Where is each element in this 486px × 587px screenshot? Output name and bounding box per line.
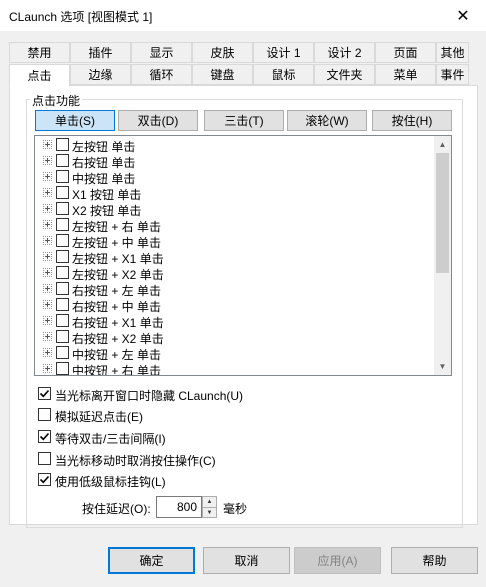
option-label: 当光标离开窗口时隐藏 CLaunch(U) bbox=[55, 389, 244, 403]
cancel-button[interactable]: 取消 bbox=[203, 547, 290, 574]
tab-tabs_row2-4[interactable]: 鼠标 bbox=[253, 64, 314, 85]
hold-delay-unit: 毫秒 bbox=[223, 502, 248, 516]
tab-tabs_row1-3[interactable]: 皮肤 bbox=[192, 42, 253, 63]
click-type-button-1[interactable]: 双击(D) bbox=[118, 110, 198, 131]
tree-item[interactable]: 中按钮 单击 bbox=[35, 169, 435, 186]
tree-item-checkbox[interactable] bbox=[56, 298, 69, 311]
tab-tabs_row2-3[interactable]: 键盘 bbox=[192, 64, 253, 85]
expand-plus-icon[interactable] bbox=[43, 156, 52, 165]
click-type-button-4[interactable]: 按住(H) bbox=[372, 110, 452, 131]
expand-plus-icon[interactable] bbox=[43, 252, 52, 261]
checkbox-checked-icon[interactable] bbox=[38, 430, 51, 443]
group-label: 点击功能 bbox=[30, 92, 83, 109]
tab-tabs_row1-1[interactable]: 插件 bbox=[70, 42, 131, 63]
tree-item-checkbox[interactable] bbox=[56, 330, 69, 343]
expand-plus-icon[interactable] bbox=[43, 188, 52, 197]
close-icon[interactable]: ✕ bbox=[440, 0, 486, 31]
tab-tabs_row2-5[interactable]: 文件夹 bbox=[314, 64, 375, 85]
scroll-thumb[interactable] bbox=[436, 153, 449, 273]
tab-tabs_row1-5[interactable]: 设计 2 bbox=[314, 42, 375, 63]
tree-item[interactable]: 中按钮 + 右 单击 bbox=[35, 361, 435, 376]
hold-delay-label: 按住延迟(O): bbox=[82, 502, 151, 516]
tab-tabs_row2-0[interactable]: 点击 bbox=[9, 64, 70, 87]
expand-plus-icon[interactable] bbox=[43, 348, 52, 357]
tree-item-checkbox[interactable] bbox=[56, 138, 69, 151]
tree-item-checkbox[interactable] bbox=[56, 266, 69, 279]
tree-item[interactable]: 右按钮 + X1 单击 bbox=[35, 313, 435, 330]
title-bar: CLaunch 选项 [视图模式 1] ✕ bbox=[0, 0, 486, 31]
scroll-up-icon[interactable]: ▲ bbox=[434, 136, 451, 153]
tree-item[interactable]: 中按钮 + 左 单击 bbox=[35, 345, 435, 362]
tab-row-2: 点击 边缘 循环 键盘 鼠标 文件夹 菜单 事件 bbox=[9, 64, 469, 87]
spin-down-icon[interactable]: ▼ bbox=[203, 507, 216, 517]
tab-tabs_row2-2[interactable]: 循环 bbox=[131, 64, 192, 85]
option-label: 使用低级鼠标挂钩(L) bbox=[55, 475, 166, 489]
apply-button[interactable]: 应用(A) bbox=[294, 547, 381, 574]
scroll-down-icon[interactable]: ▼ bbox=[434, 358, 451, 375]
tree-item-checkbox[interactable] bbox=[56, 202, 69, 215]
tree-item[interactable]: 右按钮 单击 bbox=[35, 153, 435, 170]
checkbox-unchecked-icon[interactable] bbox=[38, 408, 51, 421]
window-title: CLaunch 选项 [视图模式 1] bbox=[9, 10, 153, 24]
tree-item-checkbox[interactable] bbox=[56, 346, 69, 359]
hold-delay-spinner[interactable]: ▲ ▼ bbox=[202, 496, 217, 518]
tab-tabs_row1-6[interactable]: 页面 bbox=[375, 42, 436, 63]
tree-item[interactable]: 左按钮 单击 bbox=[35, 137, 435, 154]
tree-item[interactable]: X2 按钮 单击 bbox=[35, 201, 435, 218]
tree-item[interactable]: 右按钮 + X2 单击 bbox=[35, 329, 435, 346]
click-type-button-3[interactable]: 滚轮(W) bbox=[287, 110, 367, 131]
tree-scrollbar[interactable]: ▲ ▼ bbox=[434, 136, 451, 375]
expand-plus-icon[interactable] bbox=[43, 220, 52, 229]
tree-item-checkbox[interactable] bbox=[56, 154, 69, 167]
expand-plus-icon[interactable] bbox=[43, 300, 52, 309]
tree-item-label: 中按钮 + 右 单击 bbox=[72, 364, 162, 376]
expand-plus-icon[interactable] bbox=[43, 268, 52, 277]
hold-delay-input[interactable] bbox=[156, 496, 202, 518]
ok-button[interactable]: 确定 bbox=[108, 547, 195, 574]
expand-plus-icon[interactable] bbox=[43, 332, 52, 341]
expand-plus-icon[interactable] bbox=[43, 172, 52, 181]
tab-row-1: 禁用 插件 显示 皮肤 设计 1 设计 2 页面 其他 bbox=[9, 42, 469, 63]
tree-item-checkbox[interactable] bbox=[56, 362, 69, 375]
help-button[interactable]: 帮助 bbox=[391, 547, 478, 574]
tree-item[interactable]: 左按钮 + 中 单击 bbox=[35, 233, 435, 250]
expand-plus-icon[interactable] bbox=[43, 236, 52, 245]
tab-tabs_row1-7[interactable]: 其他 bbox=[436, 42, 469, 63]
expand-plus-icon[interactable] bbox=[43, 204, 52, 213]
tab-tabs_row1-4[interactable]: 设计 1 bbox=[253, 42, 314, 63]
option-label: 当光标移动时取消按住操作(C) bbox=[55, 454, 216, 468]
expand-plus-icon[interactable] bbox=[43, 316, 52, 325]
tree-item[interactable]: 右按钮 + 左 单击 bbox=[35, 281, 435, 298]
click-tree[interactable]: 左按钮 单击 右按钮 单击 中按钮 单击 X1 按钮 单击 X2 按钮 单击 左按钮 + … bbox=[34, 135, 452, 376]
checkbox-checked-icon[interactable] bbox=[38, 387, 51, 400]
checkbox-checked-icon[interactable] bbox=[38, 473, 51, 486]
tree-item[interactable]: 右按钮 + 中 单击 bbox=[35, 297, 435, 314]
tab-tabs_row2-7[interactable]: 事件 bbox=[436, 64, 469, 85]
tree-item-checkbox[interactable] bbox=[56, 170, 69, 183]
tree-item-checkbox[interactable] bbox=[56, 250, 69, 263]
tab-tabs_row1-0[interactable]: 禁用 bbox=[9, 42, 70, 63]
tab-tabs_row1-2[interactable]: 显示 bbox=[131, 42, 192, 63]
tree-item-checkbox[interactable] bbox=[56, 314, 69, 327]
option-label: 等待双击/三击间隔(I) bbox=[55, 432, 166, 446]
spin-up-icon[interactable]: ▲ bbox=[203, 497, 216, 507]
tree-item[interactable]: 左按钮 + 右 单击 bbox=[35, 217, 435, 234]
click-type-button-0[interactable]: 单击(S) bbox=[35, 110, 115, 131]
tree-item[interactable]: X1 按钮 单击 bbox=[35, 185, 435, 202]
tree-item-checkbox[interactable] bbox=[56, 218, 69, 231]
expand-plus-icon[interactable] bbox=[43, 284, 52, 293]
expand-plus-icon[interactable] bbox=[43, 140, 52, 149]
tree-item-checkbox[interactable] bbox=[56, 186, 69, 199]
option-label: 模拟延迟点击(E) bbox=[55, 410, 143, 424]
tab-tabs_row2-6[interactable]: 菜单 bbox=[375, 64, 436, 85]
tab-tabs_row2-1[interactable]: 边缘 bbox=[70, 64, 131, 85]
tree-item-checkbox[interactable] bbox=[56, 282, 69, 295]
tree-item-checkbox[interactable] bbox=[56, 234, 69, 247]
checkbox-unchecked-icon[interactable] bbox=[38, 452, 51, 465]
expand-plus-icon[interactable] bbox=[43, 364, 52, 373]
tree-item[interactable]: 左按钮 + X2 单击 bbox=[35, 265, 435, 282]
tree-item[interactable]: 左按钮 + X1 单击 bbox=[35, 249, 435, 266]
click-type-button-2[interactable]: 三击(T) bbox=[204, 110, 284, 131]
